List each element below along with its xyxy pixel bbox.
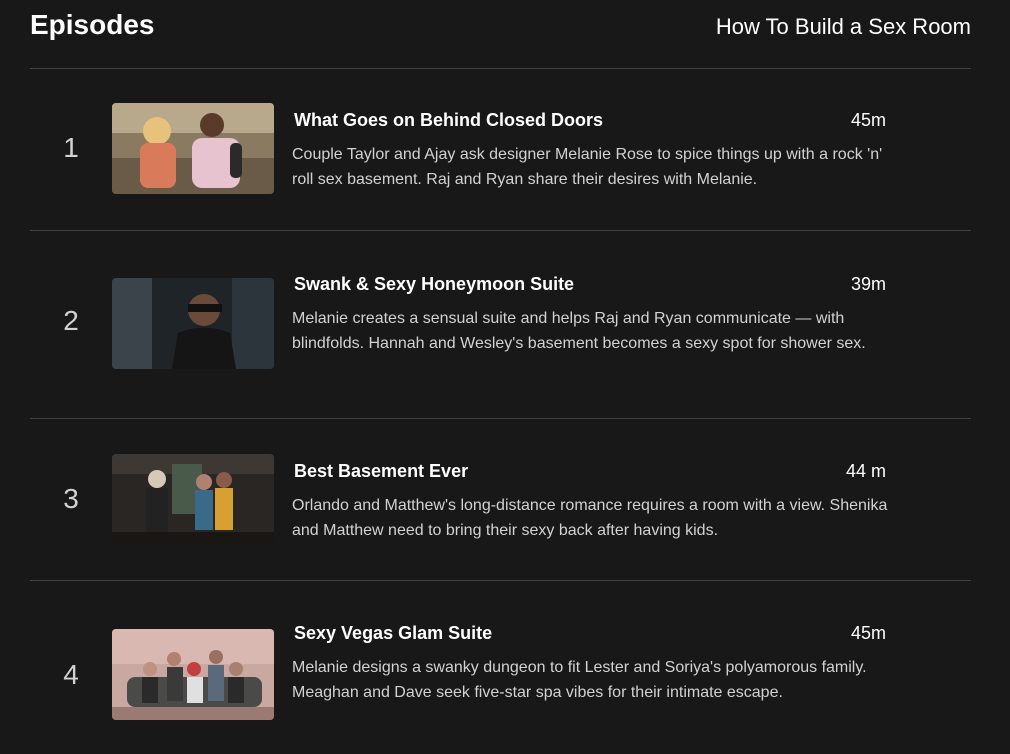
episode-item[interactable]: 2 Swank & Sexy Honeymoon Suite 39m Melan… xyxy=(30,231,971,419)
episode-number: 2 xyxy=(63,305,79,336)
episode-number: 3 xyxy=(63,483,79,514)
episode-item[interactable]: 3 Best Basement Ever 44 m Orlando and Ma… xyxy=(30,419,971,581)
episode-title: Sexy Vegas Glam Suite xyxy=(294,623,493,643)
episode-item[interactable]: 4 Sexy Vegas Glam Suite 45m Melanie desi… xyxy=(30,581,971,754)
episode-number: 4 xyxy=(63,659,79,690)
episode-item[interactable]: 1 What Goes on Behind Closed Doors 45m C… xyxy=(30,68,971,231)
episode-title: Best Basement Ever xyxy=(294,461,469,481)
episode-title: Swank & Sexy Honeymoon Suite xyxy=(294,274,575,294)
episode-duration: 45m xyxy=(850,110,886,130)
episodes-heading: Episodes xyxy=(30,9,155,40)
episode-description: Melanie creates a sensual suite and help… xyxy=(292,310,866,352)
episode-thumbnail[interactable] xyxy=(112,103,274,194)
show-title: How To Build a Sex Room xyxy=(715,14,971,39)
episode-description: Melanie designs a swanky dungeon to fit … xyxy=(292,659,867,701)
episode-thumbnail[interactable] xyxy=(112,629,274,720)
episodes-header: Episodes How To Build a Sex Room xyxy=(30,0,971,69)
episode-thumbnail[interactable] xyxy=(112,454,274,545)
episode-description: Couple Taylor and Ajay ask designer Mela… xyxy=(292,146,883,188)
episode-duration: 45m xyxy=(850,623,886,643)
episode-duration: 44 m xyxy=(845,461,886,481)
episode-thumbnail[interactable] xyxy=(112,278,274,369)
episode-title: What Goes on Behind Closed Doors xyxy=(294,110,604,130)
episode-list: 1 What Goes on Behind Closed Doors 45m C… xyxy=(30,68,971,754)
episode-number: 1 xyxy=(63,132,79,163)
episode-description: Orlando and Matthew's long-distance roma… xyxy=(292,497,888,539)
episode-duration: 39m xyxy=(850,274,886,294)
